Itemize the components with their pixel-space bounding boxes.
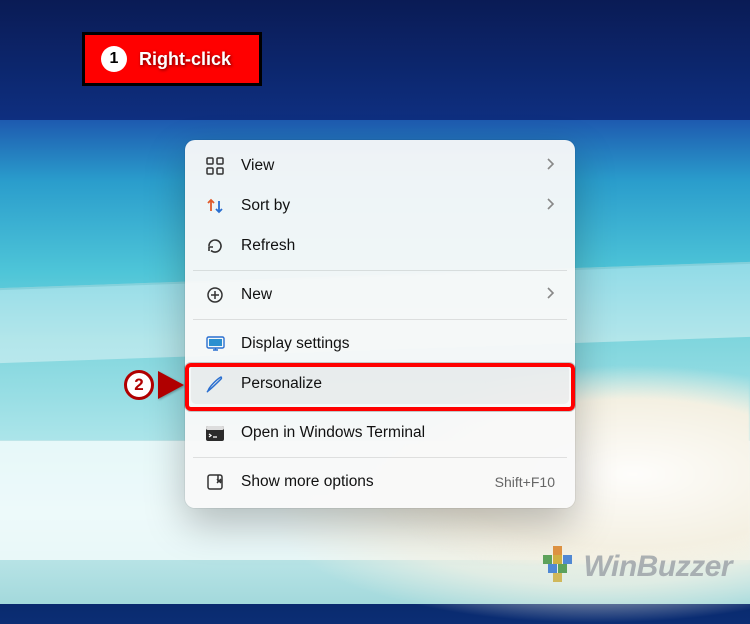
menu-item-display-settings[interactable]: Display settings	[191, 324, 569, 364]
menu-item-sort-by[interactable]: Sort by	[191, 186, 569, 226]
menu-separator	[193, 408, 567, 409]
menu-shortcut: Shift+F10	[495, 474, 555, 490]
menu-label: Personalize	[241, 375, 555, 393]
step-2-badge: 2	[124, 370, 154, 400]
step-1-badge: 1	[101, 46, 127, 72]
menu-label: Open in Windows Terminal	[241, 424, 555, 442]
display-icon	[205, 334, 225, 354]
menu-label: Sort by	[241, 197, 529, 215]
chevron-right-icon	[545, 197, 555, 215]
annotation-step-1: 1 Right-click	[82, 32, 262, 86]
menu-label: Refresh	[241, 237, 555, 255]
refresh-icon	[205, 236, 225, 256]
desktop-context-menu: View Sort by Refresh	[185, 140, 575, 508]
menu-item-personalize[interactable]: Personalize	[191, 364, 569, 404]
terminal-icon	[205, 423, 225, 443]
chevron-right-icon	[545, 286, 555, 304]
menu-item-new[interactable]: New	[191, 275, 569, 315]
annotation-step-2: 2	[124, 370, 184, 400]
step-1-label: Right-click	[139, 49, 231, 70]
sort-icon	[205, 196, 225, 216]
arrow-right-icon	[158, 371, 184, 399]
show-more-icon	[205, 472, 225, 492]
menu-label: Display settings	[241, 335, 555, 353]
menu-separator	[193, 319, 567, 320]
menu-item-refresh[interactable]: Refresh	[191, 226, 569, 266]
personalize-icon	[205, 374, 225, 394]
menu-label: New	[241, 286, 529, 304]
menu-separator	[193, 457, 567, 458]
watermark: WinBuzzer	[539, 544, 732, 590]
menu-item-view[interactable]: View	[191, 146, 569, 186]
new-icon	[205, 285, 225, 305]
view-icon	[205, 156, 225, 176]
menu-item-show-more-options[interactable]: Show more options Shift+F10	[191, 462, 569, 502]
watermark-text: WinBuzzer	[583, 550, 732, 584]
menu-label: View	[241, 157, 529, 175]
menu-label: Show more options	[241, 473, 479, 491]
watermark-logo-icon	[539, 544, 577, 590]
menu-item-windows-terminal[interactable]: Open in Windows Terminal	[191, 413, 569, 453]
menu-separator	[193, 270, 567, 271]
chevron-right-icon	[545, 157, 555, 175]
